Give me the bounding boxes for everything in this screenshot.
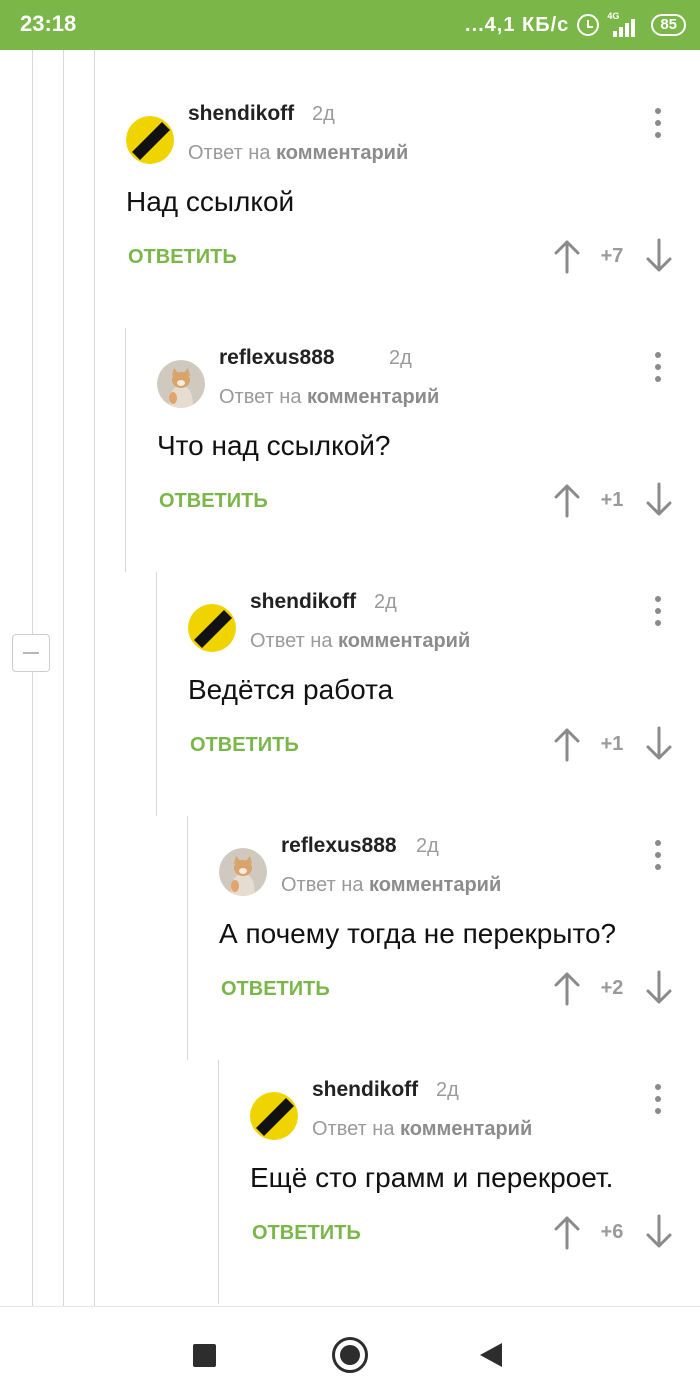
home-circle-icon[interactable] — [332, 1337, 368, 1373]
reply-target-link[interactable]: комментарий — [338, 630, 470, 652]
back-triangle-icon[interactable] — [480, 1343, 502, 1367]
avatar[interactable] — [188, 604, 236, 652]
downvote-icon[interactable] — [644, 726, 674, 762]
status-time: 23:18 — [20, 11, 77, 36]
avatar[interactable] — [250, 1092, 298, 1140]
thread-line — [94, 50, 95, 1306]
yellow-black-stripe-avatar-icon — [126, 116, 174, 164]
reply-button[interactable]: ОТВЕТИТЬ — [190, 734, 299, 757]
cat-photo-avatar-icon — [219, 848, 267, 896]
comment-text: А почему тогда не перекрыто? — [219, 918, 617, 949]
comment: shendikoff 2д Ответ на комментарий Ещё с… — [218, 1060, 672, 1304]
reply-button[interactable]: ОТВЕТИТЬ — [128, 246, 237, 269]
comment-text: Ведётся работа — [188, 674, 394, 705]
upvote-icon[interactable] — [552, 482, 582, 518]
reply-target-link[interactable]: комментарий — [400, 1118, 532, 1140]
alarm-icon — [577, 14, 600, 36]
downvote-icon[interactable] — [644, 482, 674, 518]
yellow-black-stripe-avatar-icon — [188, 604, 236, 652]
comment-time: 2д — [389, 347, 412, 369]
comment-score: +6 — [600, 1221, 624, 1243]
avatar[interactable] — [126, 116, 174, 164]
upvote-icon[interactable] — [552, 238, 582, 274]
collapse-thread-button[interactable] — [12, 634, 50, 672]
signal-icon: 4G — [607, 11, 643, 37]
comment-author[interactable]: shendikoff — [312, 1078, 418, 1102]
comment-time: 2д — [312, 103, 335, 125]
more-options-icon[interactable] — [648, 596, 668, 630]
comment-author[interactable]: reflexus888 — [219, 346, 335, 370]
battery-icon: 85 — [651, 14, 686, 36]
reply-to-line: Ответ на комментарий — [188, 142, 409, 164]
reply-target-link[interactable]: комментарий — [369, 874, 501, 896]
status-bar: 23:18 ...4,1 КБ/с 4G 85 — [0, 0, 700, 50]
upvote-icon[interactable] — [552, 726, 582, 762]
comment: reflexus888 2д Ответ на комментарий А по… — [187, 816, 672, 1060]
more-options-icon[interactable] — [648, 352, 668, 386]
status-icons: ...4,1 КБ/с 4G 85 — [465, 10, 686, 40]
comment-author[interactable]: reflexus888 — [281, 834, 397, 858]
reply-button[interactable]: ОТВЕТИТЬ — [159, 490, 268, 513]
comment-text: Что над ссылкой? — [157, 430, 391, 461]
reply-target-link[interactable]: комментарий — [276, 142, 408, 164]
thread-line — [63, 50, 64, 1306]
downvote-icon[interactable] — [644, 1214, 674, 1250]
more-options-icon[interactable] — [648, 108, 668, 142]
comment-score: +2 — [600, 977, 624, 999]
comment-score: +1 — [600, 733, 624, 755]
thread-line — [32, 50, 33, 1306]
upvote-icon[interactable] — [552, 970, 582, 1006]
reply-to-line: Ответ на комментарий — [250, 630, 471, 652]
cat-photo-avatar-icon — [157, 360, 205, 408]
reply-to-line: Ответ на комментарий — [312, 1118, 533, 1140]
comment-time: 2д — [374, 591, 397, 613]
more-options-icon[interactable] — [648, 1084, 668, 1118]
comment-time: 2д — [436, 1079, 459, 1101]
comment-text: Ещё сто грамм и перекроет. — [250, 1162, 614, 1193]
avatar[interactable] — [219, 848, 267, 896]
recents-square-icon[interactable] — [193, 1344, 216, 1367]
more-options-icon[interactable] — [648, 840, 668, 874]
comment: shendikoff 2д Ответ на комментарий Над с… — [126, 102, 672, 346]
network-speed: ...4,1 КБ/с — [465, 13, 570, 36]
comment: reflexus888 2д Ответ на комментарий Что … — [125, 328, 672, 572]
system-nav-bar — [0, 1306, 700, 1400]
reply-button[interactable]: ОТВЕТИТЬ — [221, 978, 330, 1001]
comment-author[interactable]: shendikoff — [250, 590, 356, 614]
reply-to-line: Ответ на комментарий — [219, 386, 440, 408]
avatar[interactable] — [157, 360, 205, 408]
comment-author[interactable]: shendikoff — [188, 102, 294, 126]
comment-time: 2д — [416, 835, 439, 857]
comment-text: Над ссылкой — [126, 186, 295, 217]
upvote-icon[interactable] — [552, 1214, 582, 1250]
comment-score: +1 — [600, 489, 624, 511]
reply-to-line: Ответ на комментарий — [281, 874, 502, 896]
downvote-icon[interactable] — [644, 238, 674, 274]
downvote-icon[interactable] — [644, 970, 674, 1006]
yellow-black-stripe-avatar-icon — [250, 1092, 298, 1140]
reply-button[interactable]: ОТВЕТИТЬ — [252, 1222, 361, 1245]
comment: shendikoff 2д Ответ на комментарий Ведёт… — [156, 572, 672, 816]
comment-score: +7 — [600, 245, 624, 267]
reply-target-link[interactable]: комментарий — [307, 386, 439, 408]
